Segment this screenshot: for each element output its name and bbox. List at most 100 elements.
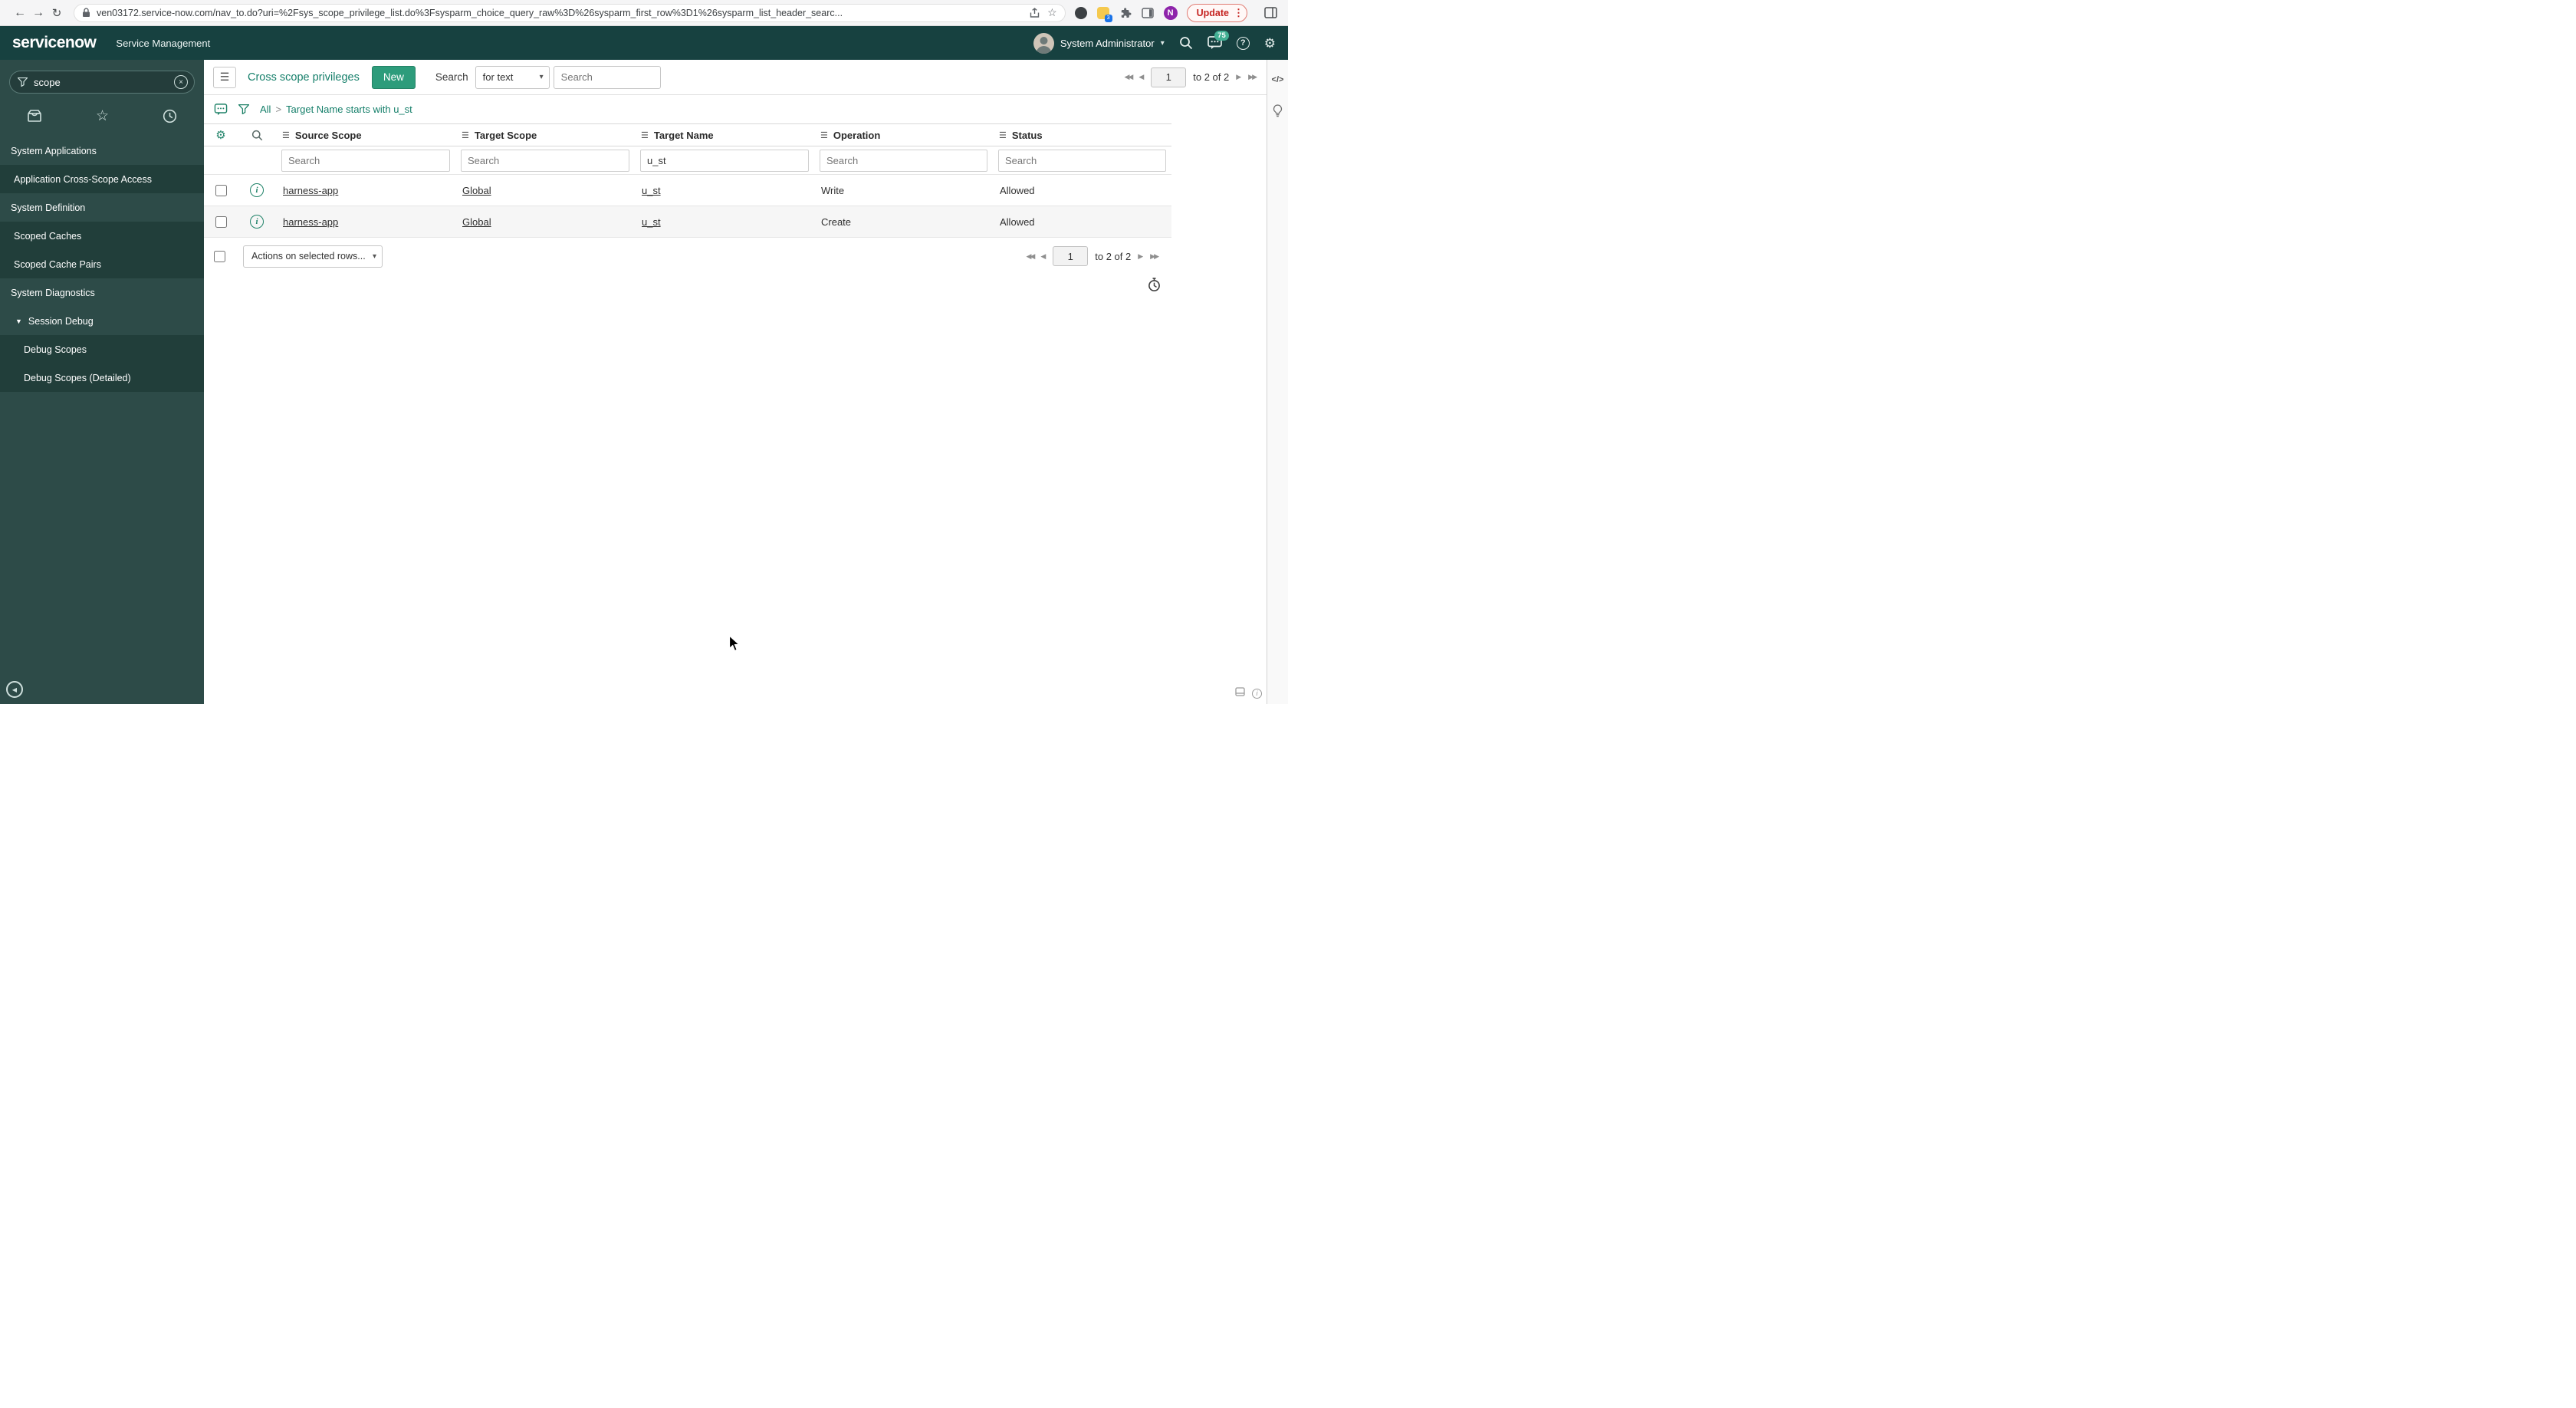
last-page-button[interactable]: ▶▶ [1248, 74, 1257, 81]
filter-operation-input[interactable] [820, 149, 987, 172]
column-header-operation[interactable]: ☰ Operation [814, 130, 993, 141]
list-personalize-gear-icon[interactable]: ⚙ [204, 130, 238, 141]
breadcrumb-all-link[interactable]: All [260, 104, 271, 115]
navigator-filter-input[interactable] [34, 76, 174, 88]
browser-menu-icon[interactable]: ⋮ [1234, 7, 1244, 19]
column-search-icon[interactable] [238, 130, 276, 141]
first-page-button[interactable]: ◀◀ [1124, 74, 1133, 81]
tree-expanded-icon[interactable]: ▼ [15, 317, 22, 325]
column-menu-icon[interactable]: ☰ [462, 130, 469, 140]
column-header-status[interactable]: ☰ Status [993, 130, 1171, 141]
stopwatch-icon[interactable] [1148, 278, 1161, 295]
navigator-filter-box[interactable]: × [9, 71, 195, 94]
navigator-tabs: ☆ [0, 98, 204, 133]
target-name-link[interactable]: u_st [642, 216, 661, 228]
last-page-button[interactable]: ▶▶ [1150, 252, 1159, 260]
sidebar-item-label: System Applications [11, 145, 97, 156]
breadcrumb-funnel-icon[interactable] [238, 104, 249, 114]
browser-forward-button[interactable]: → [29, 6, 48, 20]
collapse-navigator-button[interactable]: ◀ [6, 681, 23, 698]
user-menu[interactable]: System Administrator ▾ [1033, 32, 1165, 54]
next-page-button[interactable]: ▶ [1236, 74, 1241, 81]
favorites-star-icon[interactable]: ☆ [96, 109, 109, 123]
page-number-input[interactable] [1053, 246, 1089, 266]
sidebar-item-label: Scoped Caches [14, 230, 82, 242]
sidebar-item-system-applications[interactable]: System Applications [0, 137, 204, 165]
column-menu-icon[interactable]: ☰ [641, 130, 649, 140]
source-scope-link[interactable]: harness-app [283, 185, 338, 196]
previous-page-button[interactable]: ◀ [1138, 74, 1144, 81]
column-menu-icon[interactable]: ☰ [999, 130, 1007, 140]
browser-profile-avatar[interactable]: N [1163, 5, 1178, 20]
actions-select-value: Actions on selected rows... [251, 251, 366, 262]
column-label: Status [1011, 129, 1043, 141]
column-header-source-scope[interactable]: ☰ Source Scope [276, 130, 455, 141]
new-button[interactable]: New [371, 65, 416, 89]
first-page-button[interactable]: ◀◀ [1026, 252, 1035, 260]
previous-page-button[interactable]: ◀ [1040, 252, 1046, 260]
code-panel-icon[interactable]: </> [1272, 75, 1284, 84]
list-chat-icon[interactable] [214, 103, 228, 116]
record-preview-info-icon[interactable]: i [250, 183, 264, 197]
sidebar-item-label: Debug Scopes (Detailed) [24, 372, 131, 383]
sidebar-item-system-diagnostics[interactable]: System Diagnostics [0, 278, 204, 307]
conversations-icon[interactable]: 75 [1207, 31, 1229, 50]
sidebar-item-scoped-cache-pairs[interactable]: Scoped Cache Pairs [0, 250, 204, 278]
filter-status-input[interactable] [998, 149, 1166, 172]
page-info-icon[interactable]: i [1252, 688, 1262, 699]
row-checkbox[interactable] [215, 215, 227, 228]
lightbulb-icon[interactable] [1272, 104, 1283, 117]
row-checkbox[interactable] [215, 184, 227, 196]
toggle-footer-icon[interactable] [1235, 686, 1245, 700]
list-view: ☰ Cross scope privileges New Search for … [204, 60, 1267, 704]
settings-gear-icon[interactable]: ⚙ [1264, 37, 1276, 50]
column-menu-icon[interactable]: ☰ [820, 130, 828, 140]
select-all-checkbox[interactable] [214, 250, 225, 262]
sidebar-item-debug-scopes-detailed[interactable]: Debug Scopes (Detailed) [0, 364, 204, 392]
column-header-target-scope[interactable]: ☰ Target Scope [455, 130, 635, 141]
share-icon[interactable] [1030, 7, 1040, 18]
extension-dark-icon[interactable] [1074, 6, 1087, 19]
column-header-target-name[interactable]: ☰ Target Name [635, 130, 814, 141]
source-scope-link[interactable]: harness-app [283, 216, 338, 228]
actions-on-selected-rows-select[interactable]: Actions on selected rows... ▾ [243, 245, 383, 268]
table-header-row: ⚙ ☰ Source Scope ☰ Target Scope ☰ Target Na… [204, 123, 1171, 146]
browser-back-button[interactable]: ← [11, 6, 29, 20]
column-menu-icon[interactable]: ☰ [282, 130, 290, 140]
update-button[interactable]: Update ⋮ [1186, 3, 1247, 22]
filter-target-scope-input[interactable] [461, 149, 629, 172]
all-applications-icon[interactable] [27, 109, 42, 123]
search-type-select[interactable]: for text ▾ [475, 65, 550, 89]
bookmark-star-icon[interactable]: ☆ [1047, 6, 1057, 19]
clear-filter-icon[interactable]: × [174, 75, 188, 89]
history-clock-icon[interactable] [163, 109, 177, 123]
browser-reload-button[interactable]: ↻ [48, 6, 66, 20]
split-view-icon[interactable] [1141, 7, 1154, 18]
row-range-label: to 2 of 2 [1193, 71, 1230, 83]
extensions-puzzle-icon[interactable] [1119, 7, 1132, 19]
sidebar-item-scoped-caches[interactable]: Scoped Caches [0, 222, 204, 250]
address-bar[interactable]: ven03172.service-now.com/nav_to.do?uri=%… [74, 3, 1066, 22]
side-panel-icon[interactable] [1264, 7, 1277, 18]
global-search-icon[interactable] [1179, 36, 1193, 50]
list-search-input[interactable] [553, 65, 661, 89]
breadcrumb-condition-link[interactable]: Target Name starts with u_st [286, 104, 412, 115]
target-scope-link[interactable]: Global [462, 216, 491, 228]
next-page-button[interactable]: ▶ [1138, 252, 1143, 260]
list-controls-menu-icon[interactable]: ☰ [213, 66, 236, 88]
sidebar-item-system-definition[interactable]: System Definition [0, 193, 204, 222]
notification-count-badge: 75 [1214, 31, 1229, 41]
page-number-input[interactable] [1151, 67, 1187, 87]
user-name: System Administrator [1060, 37, 1155, 49]
record-preview-info-icon[interactable]: i [250, 215, 264, 229]
list-title[interactable]: Cross scope privileges [248, 71, 360, 84]
extension-yellow-icon[interactable]: 3 [1096, 6, 1112, 22]
target-name-link[interactable]: u_st [642, 185, 661, 196]
help-icon[interactable]: ? [1236, 36, 1250, 50]
sidebar-item-application-cross-scope-access[interactable]: Application Cross-Scope Access [0, 165, 204, 193]
filter-target-name-input[interactable] [640, 149, 809, 172]
target-scope-link[interactable]: Global [462, 185, 491, 196]
filter-source-scope-input[interactable] [281, 149, 450, 172]
sidebar-item-debug-scopes[interactable]: Debug Scopes [0, 335, 204, 364]
sidebar-item-session-debug[interactable]: ▼ Session Debug [0, 307, 204, 335]
